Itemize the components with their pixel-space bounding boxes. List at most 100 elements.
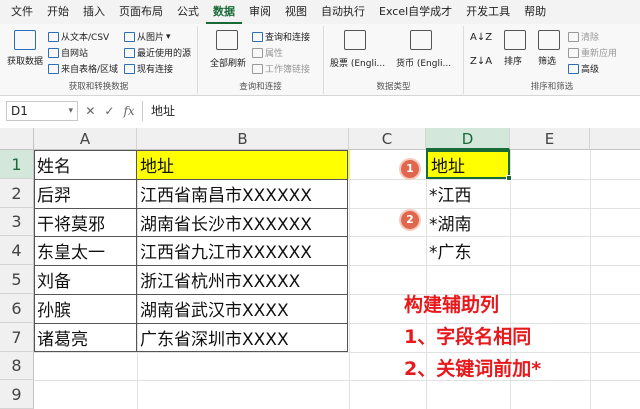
group-label-queries: 查询和连接 xyxy=(239,82,282,92)
group-label-sort-filter: 排序和筛选 xyxy=(530,82,574,92)
cell-b1[interactable]: 地址 xyxy=(137,150,349,179)
menu-formulas[interactable]: 公式 xyxy=(170,0,206,24)
menu-help[interactable]: 帮助 xyxy=(517,0,553,24)
existing-connections-button[interactable]: 现有连接 xyxy=(124,62,173,75)
cell-a2[interactable]: 后羿 xyxy=(34,179,137,208)
cell-b7[interactable]: 广东省深圳市XXXX xyxy=(137,323,349,352)
picture-icon xyxy=(124,31,135,42)
cell-a7[interactable]: 诸葛亮 xyxy=(34,323,137,352)
row-header-6[interactable]: 6 xyxy=(0,294,34,323)
menu-automate[interactable]: 自动执行 xyxy=(314,0,372,24)
refresh-all-button[interactable]: 全部刷新 xyxy=(202,56,254,69)
cancel-icon[interactable]: ✕ xyxy=(85,104,95,118)
cell-b3[interactable]: 湖南省长沙市XXXXXX xyxy=(137,208,349,236)
cell-a4[interactable]: 东皇太一 xyxy=(34,236,137,265)
get-data-button[interactable]: 获取数据 xyxy=(4,54,46,67)
filter-icon xyxy=(538,30,560,50)
currency-button[interactable]: 货币 (Engli... xyxy=(396,56,451,69)
menu-file[interactable]: 文件 xyxy=(4,0,40,24)
group-get-transform: 获取数据 从文本/CSV 自网站 来自表格/区域 从图片 ▾ 最近使用的源 现有连… xyxy=(0,26,198,94)
queries-connections-button[interactable]: 查询和连接 xyxy=(252,30,310,43)
recent-icon xyxy=(124,47,135,58)
text-file-icon xyxy=(48,31,59,42)
row-header-4[interactable]: 4 xyxy=(0,236,34,265)
menu-home[interactable]: 开始 xyxy=(40,0,76,24)
gridline xyxy=(34,352,640,353)
cell-a3[interactable]: 干将莫邪 xyxy=(34,208,137,236)
reapply-button[interactable]: 重新应用 xyxy=(568,46,617,59)
row-header-1[interactable]: 1 xyxy=(0,150,34,179)
cell-d4[interactable]: *广东 xyxy=(426,236,510,265)
column-header-f[interactable] xyxy=(590,128,640,150)
cell-d1[interactable]: 地址 xyxy=(428,150,508,179)
column-header-e[interactable]: E xyxy=(510,128,590,150)
note-title: 构建辅助列 xyxy=(404,294,500,316)
clear-button[interactable]: 清除 xyxy=(568,30,599,43)
advanced-button[interactable]: 高级 xyxy=(568,62,599,75)
properties-button[interactable]: 属性 xyxy=(252,46,283,59)
gridline xyxy=(590,150,591,409)
menu-data[interactable]: 数据 xyxy=(206,0,242,24)
cell-a5[interactable]: 刘备 xyxy=(34,265,137,294)
note-line-2: 2、关键词前加* xyxy=(404,358,542,380)
row-header-5[interactable]: 5 xyxy=(0,265,34,294)
sort-button[interactable]: 排序 xyxy=(504,54,522,67)
name-box[interactable]: D1 ▾ xyxy=(6,101,78,121)
cell-d2[interactable]: *江西 xyxy=(426,179,510,208)
clear-filter-icon xyxy=(568,31,579,42)
links-icon xyxy=(252,63,263,74)
row-header-7[interactable]: 7 xyxy=(0,323,34,352)
row-header-8[interactable]: 8 xyxy=(0,352,34,380)
menu-page-layout[interactable]: 页面布局 xyxy=(112,0,170,24)
group-label-get-transform: 获取和转换数据 xyxy=(68,82,129,92)
column-header-c[interactable]: C xyxy=(349,128,426,150)
note-line-1: 1、字段名相同 xyxy=(404,326,532,348)
filter-button[interactable]: 筛选 xyxy=(538,54,556,67)
formula-controls: ✕ ✓ fx xyxy=(78,104,142,118)
bank-icon xyxy=(344,30,366,50)
column-header-a[interactable]: A xyxy=(34,128,137,150)
cell-a1[interactable]: 姓名 xyxy=(34,150,137,179)
stocks-button[interactable]: 股票 (Engli... xyxy=(330,56,385,69)
cell-b4[interactable]: 江西省九江市XXXXXX xyxy=(137,236,349,265)
formula-input[interactable]: 地址 xyxy=(142,101,634,121)
group-sort-filter: A↓Z Z↓A 排序 筛选 清除 重新应用 高级 排序和筛选 xyxy=(464,26,640,94)
row-header-3[interactable]: 3 xyxy=(0,208,34,236)
chevron-down-icon: ▾ xyxy=(166,31,171,42)
sort-az-icon: A↓Z xyxy=(470,32,493,43)
queries-icon xyxy=(252,31,263,42)
group-data-types: 股票 (Engli... 货币 (Engli... 数据类型 xyxy=(324,26,464,94)
from-web-button[interactable]: 自网站 xyxy=(48,46,88,59)
select-all-corner[interactable] xyxy=(0,128,34,150)
cell-a6[interactable]: 孙膑 xyxy=(34,294,137,323)
cell-b5[interactable]: 浙江省杭州市XXXXX xyxy=(137,265,349,294)
menu-review[interactable]: 审阅 xyxy=(242,0,278,24)
recent-sources-button[interactable]: 最近使用的源 xyxy=(124,46,191,59)
confirm-icon[interactable]: ✓ xyxy=(104,104,114,118)
chevron-down-icon[interactable]: ▾ xyxy=(68,106,73,116)
menu-view[interactable]: 视图 xyxy=(278,0,314,24)
cell-d3[interactable]: *湖南 xyxy=(426,208,510,236)
from-picture-button[interactable]: 从图片 ▾ xyxy=(124,30,171,43)
sort-za-button[interactable]: Z↓A xyxy=(470,56,492,67)
cell-b2[interactable]: 江西省南昌市XXXXXX xyxy=(137,179,349,208)
formula-bar: D1 ▾ ✕ ✓ fx 地址 xyxy=(0,98,640,124)
menu-excel-self-study[interactable]: Excel自学成才 xyxy=(372,0,459,24)
menu-bar: 文件 开始 插入 页面布局 公式 数据 审阅 视图 自动执行 Excel自学成才… xyxy=(0,0,640,24)
properties-icon xyxy=(252,47,263,58)
cell-b6[interactable]: 湖南省武汉市XXXX xyxy=(137,294,349,323)
from-text-csv-button[interactable]: 从文本/CSV xyxy=(48,30,109,43)
row-header-9[interactable]: 9 xyxy=(0,380,34,409)
workbook-links-button[interactable]: 工作簿链接 xyxy=(252,62,310,75)
connections-icon xyxy=(124,63,135,74)
column-header-d[interactable]: D xyxy=(426,128,510,150)
sort-icon xyxy=(504,30,526,50)
gridline xyxy=(349,150,350,409)
column-header-b[interactable]: B xyxy=(137,128,349,150)
menu-insert[interactable]: 插入 xyxy=(76,0,112,24)
from-table-button[interactable]: 来自表格/区域 xyxy=(48,62,118,75)
menu-developer[interactable]: 开发工具 xyxy=(459,0,517,24)
insert-function-icon[interactable]: fx xyxy=(123,104,134,118)
sort-az-button[interactable]: A↓Z xyxy=(470,32,492,43)
row-header-2[interactable]: 2 xyxy=(0,179,34,208)
